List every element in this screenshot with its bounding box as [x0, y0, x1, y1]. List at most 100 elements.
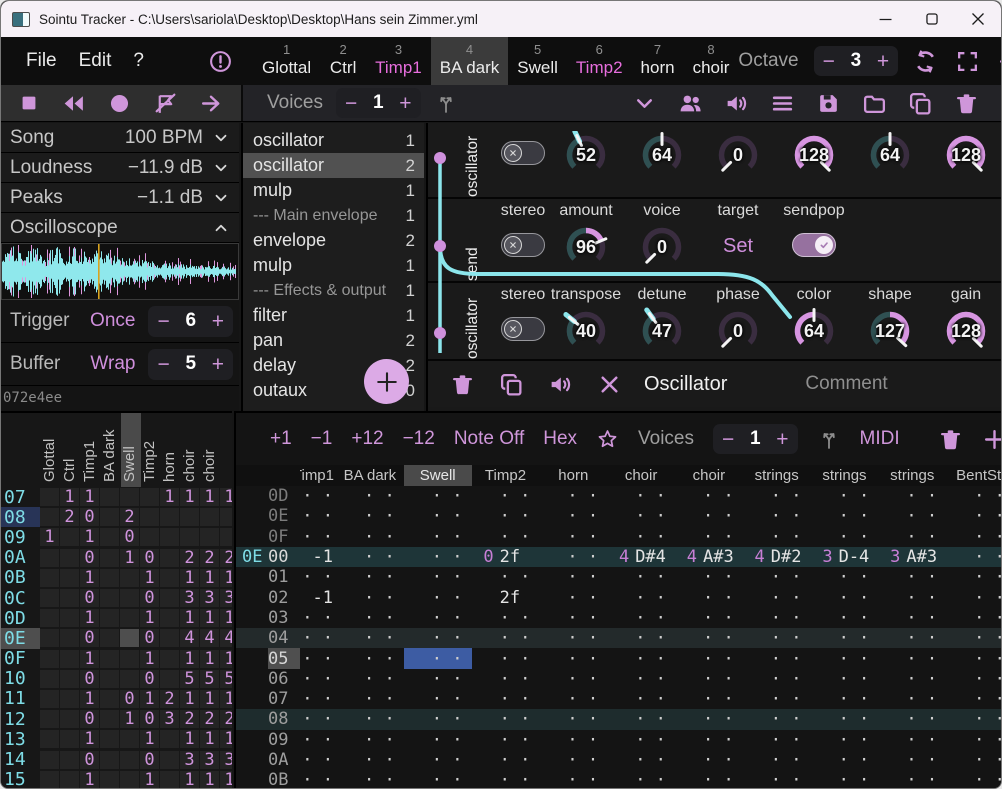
note-track-header-1[interactable]: BA dark [336, 465, 404, 486]
order-cell[interactable]: 5 [180, 670, 199, 688]
unit-comment-placeholder[interactable]: Comment [805, 373, 887, 395]
order-cell[interactable]: 0 [120, 528, 139, 546]
chevron-down-icon[interactable] [632, 91, 657, 116]
order-cell[interactable]: 0 [140, 589, 159, 607]
stop-icon[interactable] [18, 92, 40, 114]
note-cell[interactable]: · · · [675, 506, 743, 526]
panel-row-peaks[interactable]: Peaks−1.1 dB [1, 183, 239, 213]
knob-param[interactable]: 64 [636, 131, 688, 177]
note-cell[interactable]: · · · [539, 608, 607, 628]
order-cell[interactable]: 0 [120, 690, 139, 708]
chevron-down-icon[interactable] [212, 129, 230, 147]
note-cell[interactable]: · · · [811, 648, 879, 668]
order-cell[interactable] [180, 508, 199, 526]
transpose-button-note-off[interactable]: Note Off [454, 428, 524, 450]
order-cell[interactable]: 3 [200, 751, 219, 769]
unit-list-item[interactable]: --- Effects & output1 [243, 278, 424, 303]
rewind-icon[interactable] [61, 91, 86, 116]
unit-list-item[interactable]: oscillator1 [243, 128, 424, 153]
note-cell[interactable]: · · · [404, 669, 472, 689]
order-cell[interactable] [40, 650, 59, 668]
note-cell[interactable]: · · · [811, 709, 879, 729]
note-cell[interactable]: · · · [336, 628, 404, 648]
order-cell[interactable]: 1 [80, 650, 99, 668]
unit-row-oscillator[interactable]: oscillator5264012864128 [428, 123, 1002, 199]
order-cell[interactable] [160, 609, 179, 627]
note-cell[interactable]: · · · [404, 628, 472, 648]
note-cell[interactable]: · · [472, 486, 540, 506]
note-cell[interactable]: · · · [336, 770, 404, 789]
add-unit-button[interactable] [364, 359, 409, 404]
order-cell[interactable] [100, 569, 119, 587]
knob-transpose[interactable]: 40 [560, 307, 612, 353]
menu-icon[interactable] [770, 91, 795, 116]
transpose-button-+12[interactable]: +12 [351, 428, 383, 450]
order-cell[interactable] [40, 771, 59, 789]
note-cell[interactable]: 4D#4 [607, 547, 675, 567]
order-cell[interactable]: 1 [40, 528, 59, 546]
tab-glottal[interactable]: 1Glottal [253, 37, 320, 85]
note-cell[interactable]: · · · [743, 527, 811, 547]
transpose-button-−12[interactable]: −12 [403, 428, 435, 450]
note-cell[interactable]: · · [300, 689, 336, 709]
note-cell[interactable]: · · · [811, 486, 879, 506]
plus-icon[interactable] [982, 427, 1002, 452]
note-cell[interactable]: · · · [946, 486, 1002, 506]
order-cell[interactable]: 5 [200, 670, 219, 688]
order-cell[interactable] [100, 589, 119, 607]
order-cell[interactable]: 1 [80, 690, 99, 708]
order-cell[interactable] [160, 771, 179, 789]
copy-icon[interactable] [908, 91, 933, 116]
note-cell[interactable]: · · · [811, 669, 879, 689]
order-cell[interactable]: 1 [200, 488, 219, 506]
note-cell[interactable]: · · · [404, 608, 472, 628]
order-cell[interactable]: 3 [200, 589, 219, 607]
note-cell[interactable]: · · · [404, 750, 472, 770]
order-cell[interactable]: 1 [200, 771, 219, 789]
note-cell[interactable]: · · · [946, 587, 1002, 607]
note-track-header-5[interactable]: choir [607, 465, 675, 486]
order-cell[interactable]: 1 [140, 690, 159, 708]
knob-phase[interactable]: 0 [712, 307, 764, 353]
order-cell[interactable] [40, 690, 59, 708]
note-cell[interactable]: · · · [404, 587, 472, 607]
order-cell[interactable]: 0 [140, 629, 159, 647]
note-track-header-9[interactable]: strings [878, 465, 946, 486]
order-cell[interactable] [40, 609, 59, 627]
order-cell[interactable] [60, 650, 79, 668]
order-cell[interactable]: 1 [80, 528, 99, 546]
note-track-header-10[interactable]: BentStrings [946, 465, 1002, 486]
maximize-button[interactable] [909, 1, 955, 37]
note-cell[interactable]: · · · [404, 486, 472, 506]
record-icon[interactable] [107, 91, 132, 116]
order-cell[interactable]: 0 [80, 751, 99, 769]
order-cell[interactable] [40, 569, 59, 587]
order-cell[interactable] [140, 528, 159, 546]
order-cell[interactable] [100, 549, 119, 567]
note-cell[interactable]: · · · [946, 506, 1002, 526]
knob-amount[interactable]: 96 [560, 223, 612, 269]
order-track-header-choir[interactable]: choir [202, 449, 217, 482]
note-cell[interactable]: · · · [539, 750, 607, 770]
note-cell[interactable]: · · · [336, 750, 404, 770]
copy-icon[interactable] [499, 372, 524, 397]
order-cell[interactable]: 0 [140, 751, 159, 769]
order-cell[interactable]: 3 [180, 751, 199, 769]
close-button[interactable] [955, 1, 1001, 37]
note-cell[interactable]: · · · [811, 608, 879, 628]
note-track-header-3[interactable]: Timp2 [472, 465, 540, 486]
note-cell[interactable]: · · [472, 689, 540, 709]
unit-list-item[interactable]: --- Main envelope1 [243, 203, 424, 228]
trigger-plus-button[interactable]: + [212, 311, 224, 332]
note-cell[interactable]: 3A#3 [878, 547, 946, 567]
order-cell[interactable] [100, 730, 119, 748]
note-cell[interactable]: · · [472, 567, 540, 587]
note-cell[interactable]: · · · [811, 689, 879, 709]
note-cell[interactable]: · · [300, 648, 336, 668]
note-cell[interactable]: · · · [675, 730, 743, 750]
note-cell[interactable]: · · · [743, 506, 811, 526]
plus-icon[interactable] [997, 49, 1002, 74]
split-icon[interactable] [434, 91, 458, 115]
note-cell[interactable]: · · · [404, 547, 472, 567]
note-cell[interactable]: · · · [336, 567, 404, 587]
